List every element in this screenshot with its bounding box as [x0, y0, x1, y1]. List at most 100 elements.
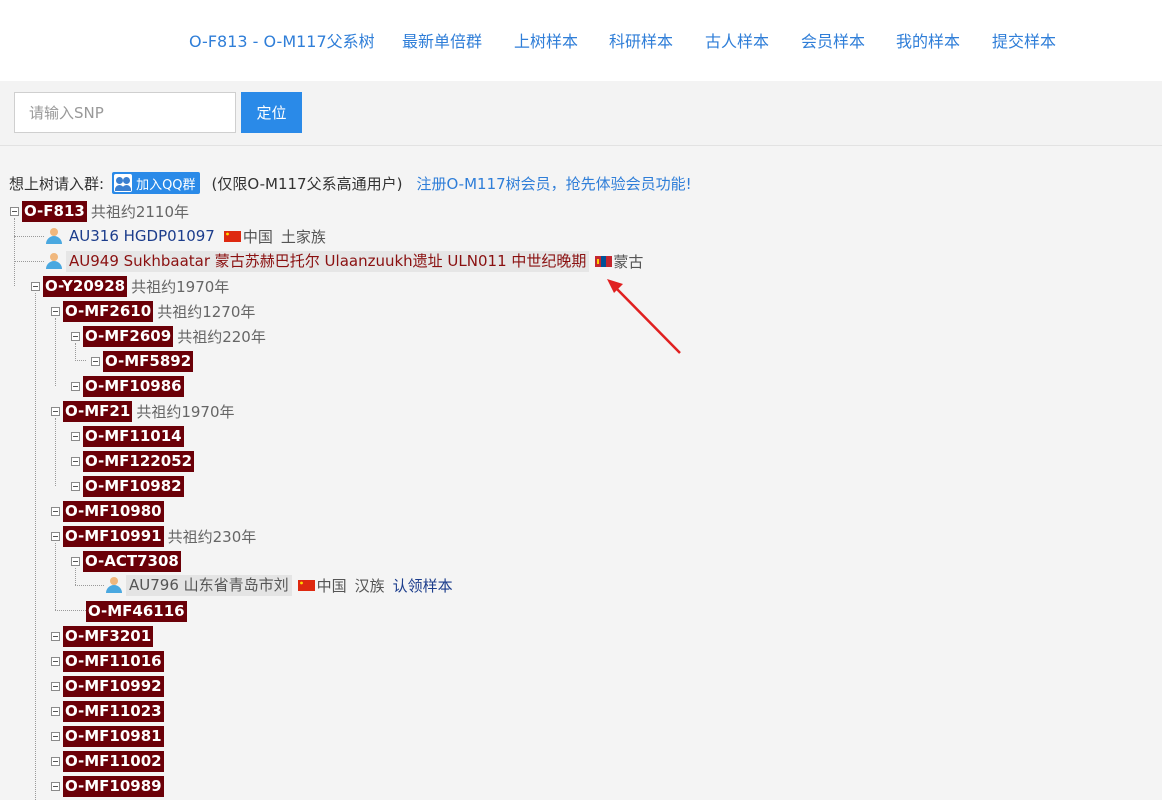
nav-member-samples[interactable]: 会员样本	[801, 28, 865, 52]
collapse-toggle[interactable]	[51, 681, 60, 691]
nav-tree-samples[interactable]: 上树样本	[514, 28, 578, 52]
tree-node: O-MF11016	[51, 650, 164, 672]
nav-research-samples[interactable]: 科研样本	[609, 28, 673, 52]
haplogroup-label[interactable]: O-MF11023	[63, 700, 164, 722]
collapse-toggle[interactable]	[51, 631, 60, 641]
collapse-toggle[interactable]	[91, 356, 100, 366]
haplogroup-label[interactable]: O-MF122052	[83, 450, 195, 472]
nav-latest-haplogroups[interactable]: 最新单倍群	[402, 28, 482, 52]
haplogroup-label[interactable]: O-MF10986	[83, 375, 184, 397]
join-qq-button[interactable]: 加入QQ群	[112, 172, 200, 194]
haplogroup-label[interactable]: O-F813	[22, 200, 87, 222]
collapse-toggle[interactable]	[10, 206, 19, 216]
tree-line	[55, 318, 56, 386]
tree-line	[75, 360, 86, 361]
haplogroup-label[interactable]: O-MF5892	[103, 350, 194, 372]
sample-country: 蒙古	[613, 252, 644, 271]
tmrca-age: 共祖约220年	[177, 327, 266, 346]
sample-label[interactable]: AU316 HGDP01097	[66, 226, 218, 247]
collapse-toggle[interactable]	[51, 781, 60, 791]
haplogroup-label[interactable]: O-MF10982	[83, 475, 184, 497]
haplogroup-label[interactable]: O-MF21	[63, 400, 133, 422]
collapse-toggle[interactable]	[51, 731, 60, 741]
tree-line	[14, 261, 44, 262]
china-flag-icon	[297, 579, 315, 591]
sample-row: AU316 HGDP01097 中国 土家族	[45, 225, 326, 247]
haplogroup-label[interactable]: O-MF11014	[83, 425, 184, 447]
tree-node: O-ACT7308	[71, 550, 181, 572]
nav-tree-link[interactable]: O-F813 - O-M117父系树	[189, 28, 375, 52]
tree-node: O-MF3201	[51, 625, 154, 647]
nav-ancient-samples[interactable]: 古人样本	[705, 28, 769, 52]
tree-node: O-MF10980	[51, 500, 164, 522]
tree-line	[14, 236, 44, 237]
register-member-link[interactable]: 注册O-M117树会员，抢先体验会员功能!	[416, 173, 691, 194]
tree-node: O-MF122052	[71, 450, 195, 472]
collapse-toggle[interactable]	[51, 756, 60, 766]
tree-line	[55, 610, 86, 611]
collapse-toggle[interactable]	[51, 706, 60, 716]
haplogroup-label[interactable]: O-MF10989	[63, 775, 164, 797]
sample-ethnic: 汉族	[354, 576, 385, 595]
tmrca-age: 共祖约1970年	[131, 277, 230, 296]
haplogroup-label[interactable]: O-Y20928	[43, 275, 128, 297]
haplogroup-label[interactable]: O-MF3201	[63, 625, 154, 647]
mongolia-flag-icon	[595, 255, 613, 267]
tmrca-age: 共祖约1270年	[157, 302, 256, 321]
collapse-toggle[interactable]	[51, 656, 60, 666]
top-nav: O-F813 - O-M117父系树 最新单倍群 上树样本 科研样本 古人样本 …	[0, 0, 1162, 81]
tree-node: O-MF11023	[51, 700, 164, 722]
haplogroup-label[interactable]: O-MF46116	[86, 600, 187, 622]
nav-submit-sample[interactable]: 提交样本	[992, 28, 1056, 52]
tree-line	[35, 293, 36, 800]
haplogroup-label[interactable]: O-MF10991	[63, 525, 164, 547]
collapse-toggle[interactable]	[71, 331, 80, 341]
collapse-toggle[interactable]	[51, 531, 60, 541]
haplogroup-label[interactable]: O-MF10981	[63, 725, 164, 747]
join-qq-label: 加入QQ群	[136, 177, 196, 193]
collapse-toggle[interactable]	[71, 481, 80, 491]
tree-node: O-MF10989	[51, 775, 164, 797]
sample-label[interactable]: AU796 山东省青岛市刘	[126, 574, 292, 596]
collapse-toggle[interactable]	[71, 456, 80, 466]
tree-node-root: O-F813 共祖约2110年	[10, 200, 189, 222]
collapse-toggle[interactable]	[51, 406, 60, 416]
tree-node: O-MF10982	[71, 475, 184, 497]
collapse-toggle[interactable]	[31, 281, 40, 291]
tmrca-age: 共祖约2110年	[90, 202, 190, 221]
collapse-toggle[interactable]	[51, 506, 60, 516]
china-flag-icon	[223, 230, 241, 242]
join-note: (仅限O-M117父系高通用户)	[211, 174, 403, 193]
haplogroup-label[interactable]: O-MF2609	[83, 325, 174, 347]
claim-sample-link[interactable]: 认领样本	[393, 575, 453, 596]
haplogroup-label[interactable]: O-MF11016	[63, 650, 164, 672]
sample-label[interactable]: AU949 Sukhbaatar 蒙古苏赫巴托尔 Ulaanzuukh遗址 UL…	[66, 250, 590, 272]
tree-node: O-MF46116	[86, 600, 187, 622]
sample-country: 中国	[316, 576, 347, 595]
collapse-toggle[interactable]	[71, 431, 80, 441]
haplogroup-label[interactable]: O-MF10980	[63, 500, 164, 522]
collapse-toggle[interactable]	[71, 381, 80, 391]
tree-line	[75, 585, 104, 586]
collapse-toggle[interactable]	[51, 306, 60, 316]
tree-node: O-MF2610 共祖约1270年	[51, 300, 255, 322]
tmrca-age: 共祖约1970年	[136, 402, 235, 421]
search-bar: 定位	[0, 81, 1162, 146]
tree-node: O-MF11002	[51, 750, 164, 772]
snp-search-input[interactable]	[14, 92, 236, 133]
nav-my-samples[interactable]: 我的样本	[896, 28, 960, 52]
tree-node: O-MF11014	[71, 425, 184, 447]
sample-row: AU796 山东省青岛市刘 中国 汉族 认领样本	[105, 574, 453, 596]
qq-group-icon	[114, 174, 133, 192]
haplogroup-label[interactable]: O-MF11002	[63, 750, 164, 772]
haplogroup-label[interactable]: O-ACT7308	[83, 550, 181, 572]
collapse-toggle[interactable]	[71, 556, 80, 566]
haplogroup-label[interactable]: O-MF2610	[63, 300, 154, 322]
tree-node: O-MF10981	[51, 725, 164, 747]
sample-ethnic: 土家族	[280, 227, 326, 246]
tree-line	[55, 418, 56, 486]
tree-line	[55, 543, 56, 610]
tmrca-age: 共祖约230年	[167, 527, 257, 546]
locate-button[interactable]: 定位	[241, 92, 302, 133]
haplogroup-label[interactable]: O-MF10992	[63, 675, 164, 697]
